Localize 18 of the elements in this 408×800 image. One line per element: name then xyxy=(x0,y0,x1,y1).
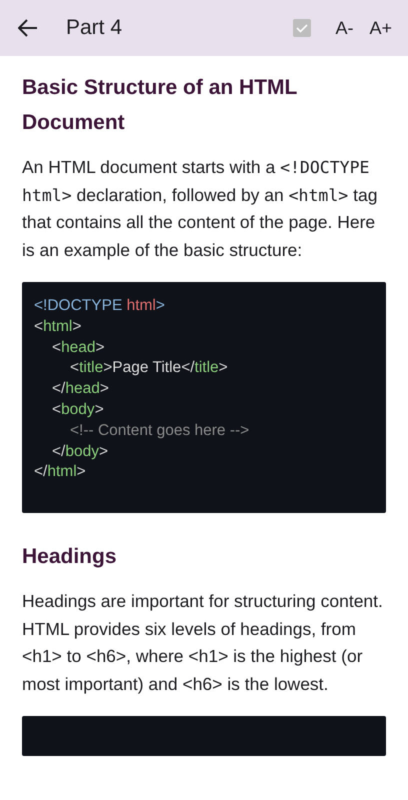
body-paragraph: Headings are important for structuring content. HTML provides six levels of headings, from <h1> to <h6>, where <h1> is the highest (or most important) and <h6> is the lowest. xyxy=(22,590,384,696)
section-heading: Basic Structure of an HTML Document xyxy=(22,75,298,136)
code-line: <!DOCTYPE html> xyxy=(34,296,166,316)
decrease-font-button[interactable]: A- xyxy=(327,12,362,44)
section-heading: Headings xyxy=(22,544,118,570)
code-line: </html> xyxy=(34,462,87,482)
completed-checkbox[interactable] xyxy=(293,19,312,37)
back-arrow-icon xyxy=(18,19,38,37)
code-line: <body> xyxy=(51,400,105,420)
code-line: <title>Page Title</title> xyxy=(69,358,229,378)
code-line: </head> xyxy=(51,379,110,400)
code-line: <html> xyxy=(34,316,82,337)
code-line: <!-- Content goes here --> xyxy=(69,420,250,441)
increase-font-button[interactable]: A+ xyxy=(361,12,400,44)
page-title: Part 4 xyxy=(66,16,124,40)
code-line: </body> xyxy=(51,442,110,462)
body-paragraph: An HTML document starts with a <!DOCTYPE html> declaration, followed by an <html> tag that contains all the content of the page. Here is an example of the basic structure: xyxy=(22,156,378,262)
code-line: <head> xyxy=(51,338,106,358)
